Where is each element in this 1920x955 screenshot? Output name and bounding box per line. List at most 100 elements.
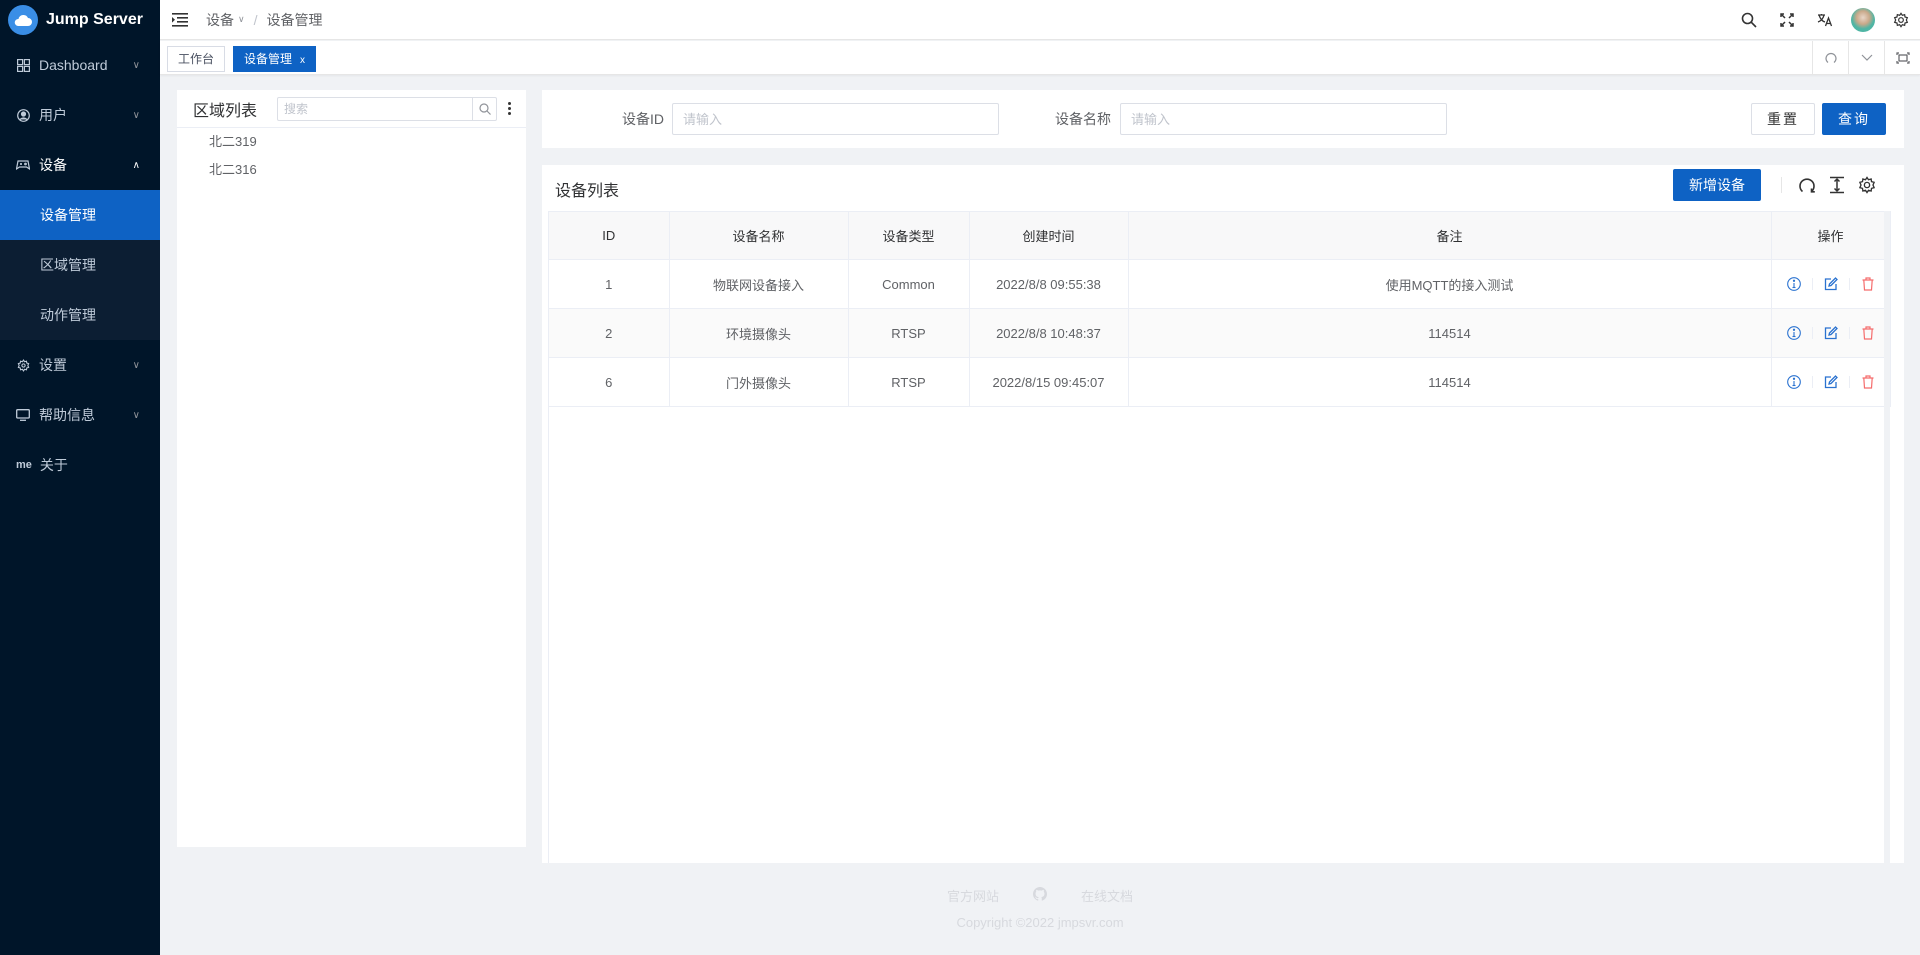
info-icon[interactable] (1784, 323, 1804, 343)
tree-node[interactable]: 北二316 (177, 156, 526, 184)
breadcrumb: 设备 ∨ / 设备管理 (206, 10, 322, 30)
cell-type: RTSP (848, 308, 970, 358)
delete-trash-icon[interactable] (1858, 323, 1878, 343)
table-scrollbar[interactable] (1884, 211, 1890, 863)
settings-gear-icon[interactable] (1882, 0, 1920, 40)
tree-node[interactable]: 北二319 (177, 128, 526, 156)
tab-device-management[interactable]: 设备管理 x (233, 46, 317, 72)
header-actions (1730, 0, 1920, 40)
delete-trash-icon[interactable] (1858, 274, 1878, 294)
sidebar-item-label: 用户 (39, 107, 67, 123)
table-row[interactable]: 2 环境摄像头 RTSP 2022/8/8 10:48:37 114514 (549, 308, 1891, 358)
sidebar-item-devices[interactable]: 设备 ∧ (0, 140, 160, 190)
search-icon[interactable] (1730, 0, 1768, 40)
dashboard-icon (16, 58, 30, 72)
chevron-down-icon: ∨ (132, 409, 140, 421)
more-vertical-icon[interactable] (506, 101, 512, 116)
collapse-menu-icon[interactable] (172, 12, 188, 27)
gear-icon (16, 358, 30, 372)
refresh-icon[interactable] (1812, 41, 1848, 75)
cell-actions (1771, 259, 1891, 309)
cell-id: 2 (549, 308, 670, 358)
device-name-input[interactable] (1120, 103, 1447, 135)
column-header-remark[interactable]: 备注 (1128, 211, 1772, 260)
cell-remark: 114514 (1128, 308, 1772, 358)
tags-view: 工作台 设备管理 x (160, 41, 1920, 75)
sidebar-item-about[interactable]: me 关于 (0, 440, 160, 490)
copyright-text: Copyright ©2022 jmpsvr.com (956, 915, 1124, 930)
info-icon[interactable] (1784, 372, 1804, 392)
cell-remark: 使用MQTT的接入测试 (1128, 259, 1772, 309)
top-navbar: 设备 ∨ / 设备管理 (160, 0, 1920, 40)
close-icon[interactable]: x (300, 55, 305, 66)
cell-actions (1771, 308, 1891, 358)
add-device-button[interactable]: 新增设备 (1673, 169, 1761, 201)
sidebar-item-label: 设备 (39, 157, 67, 173)
column-header-created[interactable]: 创建时间 (969, 211, 1129, 260)
sidebar-item-dashboard[interactable]: Dashboard ∨ (0, 40, 160, 90)
divider (1811, 327, 1813, 339)
divider (1848, 327, 1850, 339)
edit-icon[interactable] (1821, 274, 1841, 294)
sidebar-item-label: Dashboard (39, 57, 108, 73)
sidebar-item-users[interactable]: 用户 ∨ (0, 90, 160, 140)
search-icon[interactable] (472, 97, 496, 120)
chevron-down-icon[interactable] (1848, 41, 1884, 75)
cell-id: 6 (549, 357, 670, 407)
breadcrumb-separator: / (253, 11, 258, 28)
sidebar-item-help[interactable]: 帮助信息 ∨ (0, 390, 160, 440)
device-name-label: 设备名称 (1055, 111, 1111, 127)
edit-icon[interactable] (1821, 372, 1841, 392)
delete-trash-icon[interactable] (1858, 372, 1878, 392)
chevron-down-icon: ∨ (132, 109, 140, 121)
app-title: Jump Server (46, 11, 143, 28)
device-id-label: 设备ID (622, 111, 664, 127)
row-height-icon[interactable] (1822, 169, 1852, 201)
breadcrumb-item-current: 设备管理 (266, 11, 323, 28)
sidebar-item-settings[interactable]: 设置 ∨ (0, 340, 160, 390)
reset-button[interactable]: 重置 (1751, 103, 1815, 135)
divider (1848, 376, 1850, 388)
online-docs-link[interactable]: 在线文档 (1081, 886, 1133, 905)
device-id-input[interactable] (672, 103, 999, 135)
github-icon[interactable] (1033, 886, 1047, 904)
sidebar: Jump Server Dashboard ∨ 用户 ∨ 设备 ∧ 设备管理 区… (0, 0, 160, 955)
table-row[interactable]: 1 物联网设备接入 Common 2022/8/8 09:55:38 使用MQT… (549, 259, 1891, 309)
translate-icon[interactable] (1806, 0, 1844, 40)
column-header-type[interactable]: 设备类型 (848, 211, 970, 260)
sidebar-item-area-management[interactable]: 区域管理 (0, 240, 160, 290)
area-search-input[interactable] (278, 97, 473, 120)
footer: 官方网站 在线文档 Copyright ©2022 jmpsvr.com (160, 885, 1920, 930)
cell-name: 门外摄像头 (669, 357, 849, 407)
column-settings-gear-icon[interactable] (1852, 169, 1882, 201)
fullscreen-icon[interactable] (1768, 0, 1806, 40)
device-list-panel: 设备列表 新增设备 ID 设备名称 设备类型 创建时间 备注 操作 1 物联网设… (542, 165, 1904, 863)
logo[interactable]: Jump Server (0, 0, 160, 40)
breadcrumb-item-devices[interactable]: 设备 (206, 10, 234, 30)
column-header-name[interactable]: 设备名称 (669, 211, 849, 260)
refresh-icon[interactable] (1792, 169, 1822, 201)
area-tree-header: 区域列表 (177, 90, 526, 128)
cell-remark: 114514 (1128, 357, 1772, 407)
edit-icon[interactable] (1821, 323, 1841, 343)
chevron-down-icon: ∨ (238, 14, 245, 24)
cell-name: 物联网设备接入 (669, 259, 849, 309)
info-icon[interactable] (1784, 274, 1804, 294)
sidebar-item-action-management[interactable]: 动作管理 (0, 290, 160, 340)
table-header-row: ID 设备名称 设备类型 创建时间 备注 操作 (549, 211, 1891, 260)
cell-created: 2022/8/8 10:48:37 (969, 308, 1129, 358)
user-avatar[interactable] (1851, 8, 1875, 32)
sidebar-item-device-management[interactable]: 设备管理 (0, 190, 160, 240)
table-row[interactable]: 6 门外摄像头 RTSP 2022/8/15 09:45:07 114514 (549, 357, 1891, 407)
tab-label: 工作台 (178, 52, 215, 66)
tab-workbench[interactable]: 工作台 (167, 46, 226, 72)
column-header-id[interactable]: ID (549, 211, 670, 260)
divider (1781, 177, 1782, 193)
divider (1848, 278, 1850, 290)
official-site-link[interactable]: 官方网站 (947, 886, 999, 905)
maximize-icon[interactable] (1884, 41, 1920, 75)
cell-created: 2022/8/8 09:55:38 (969, 259, 1129, 309)
chevron-down-icon: ∨ (132, 359, 140, 371)
device-list-toolbar: 新增设备 (1673, 169, 1882, 201)
query-button[interactable]: 查询 (1822, 103, 1886, 135)
